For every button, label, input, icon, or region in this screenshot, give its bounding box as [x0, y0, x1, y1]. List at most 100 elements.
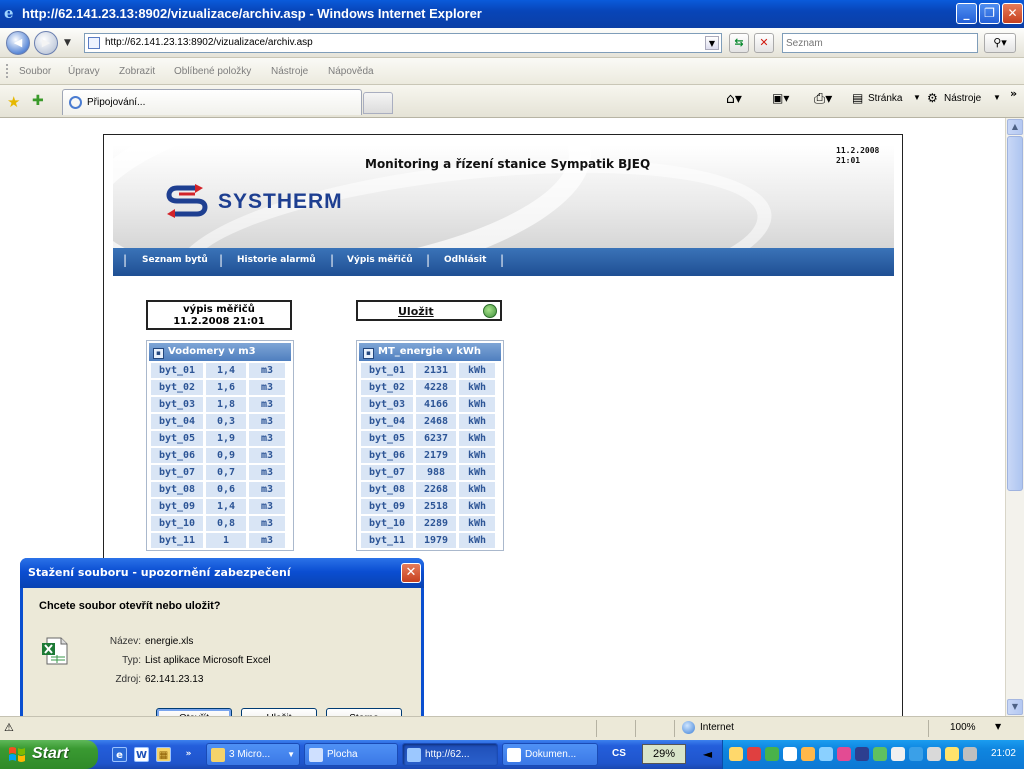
value-cell: 4228 [416, 380, 456, 395]
cpu-meter[interactable]: 29% [642, 744, 686, 764]
value-cell: 1,9 [206, 431, 246, 446]
start-button[interactable]: Start [0, 740, 98, 769]
nav-separator: | [123, 253, 128, 267]
tools-menu-arrow-icon[interactable]: ▼ [993, 93, 1001, 102]
nav-logout[interactable]: Odhlásit [444, 255, 486, 265]
menu-help[interactable]: Nápověda [328, 66, 374, 77]
back-button[interactable]: ◀ [6, 31, 30, 55]
nav-apartments[interactable]: Seznam bytů [142, 255, 208, 265]
value-cell: 1,4 [206, 363, 246, 378]
page-menu-arrow-icon[interactable]: ▼ [913, 93, 921, 102]
apartment-cell: byt_05 [361, 431, 413, 446]
save-icon[interactable] [483, 304, 497, 318]
save-link[interactable]: Uložit [398, 305, 434, 318]
taskbar-group-explorer[interactable]: 3 Micro... ▼ [206, 743, 300, 766]
menu-tools[interactable]: Nástroje [271, 66, 308, 77]
print-icon[interactable]: ⎙▾ [814, 91, 832, 107]
tray-app-icon[interactable] [891, 747, 905, 761]
system-tray: 21:02 [722, 740, 1024, 769]
search-field[interactable] [782, 33, 978, 53]
unit-cell: kWh [459, 499, 495, 514]
taskbar-documents[interactable]: Dokumen... [502, 743, 598, 766]
status-page-icon: ⚠ [4, 721, 14, 734]
value-cell: 1979 [416, 533, 456, 548]
zoom-level[interactable]: 100% [950, 722, 976, 733]
more-commands-icon[interactable]: » [1010, 87, 1017, 100]
tools-menu[interactable]: Nástroje [944, 93, 981, 104]
scroll-thumb[interactable] [1007, 136, 1023, 491]
search-button[interactable]: ⚲▾ [984, 33, 1016, 53]
tray-app-icon[interactable] [783, 747, 797, 761]
taskbar-button-label: Plocha [327, 749, 358, 760]
scroll-down-icon[interactable]: ▼ [1007, 699, 1023, 715]
taskbar-button-label: Dokumen... [525, 749, 577, 760]
add-favorites-icon[interactable]: ✚ [32, 93, 44, 109]
page-menu[interactable]: Stránka [868, 93, 902, 104]
address-url[interactable]: http://62.141.23.13:8902/vizualizace/arc… [105, 37, 313, 48]
tray-app-icon[interactable] [747, 747, 761, 761]
nav-alarm-history[interactable]: Historie alarmů [237, 255, 316, 265]
restore-button[interactable]: ❐ [979, 3, 1000, 24]
home-icon[interactable]: ⌂▾ [726, 91, 742, 107]
windows-logo-icon [9, 747, 25, 762]
header-datetime: 11.2.2008 21:01 [836, 146, 879, 166]
tray-app-icon[interactable] [729, 747, 743, 761]
minimize-button[interactable]: _ [956, 3, 977, 24]
nav-separator: | [500, 253, 505, 267]
unit-cell: m3 [249, 482, 285, 497]
apartment-cell: byt_04 [361, 414, 413, 429]
tray-app-icon[interactable] [837, 747, 851, 761]
forward-button[interactable]: ▶ [34, 31, 58, 55]
favorites-star-icon[interactable]: ★ [7, 93, 20, 111]
unit-cell: m3 [249, 414, 285, 429]
tray-toggle-icon[interactable]: ◄ [700, 747, 715, 762]
close-button[interactable]: ✕ [1002, 3, 1023, 24]
tray-app-icon[interactable] [855, 747, 869, 761]
nav-meter-listing[interactable]: Výpis měřičů [347, 255, 413, 265]
menu-view[interactable]: Zobrazit [119, 66, 155, 77]
apartment-cell: byt_03 [361, 397, 413, 412]
feeds-icon[interactable]: ▣▾ [772, 91, 789, 105]
quicklaunch-word-icon[interactable]: W [134, 747, 149, 762]
new-tab-button[interactable] [363, 92, 393, 114]
quicklaunch-ie-icon[interactable]: e [112, 747, 127, 762]
taskbar-desktop[interactable]: Plocha [304, 743, 398, 766]
unit-cell: kWh [459, 431, 495, 446]
menu-file[interactable]: Soubor [19, 66, 51, 77]
search-input[interactable] [786, 35, 976, 52]
collapse-icon[interactable]: ▪ [153, 348, 164, 359]
stop-button[interactable]: ✕ [754, 33, 774, 53]
start-label: Start [32, 745, 69, 762]
tray-app-icon[interactable] [801, 747, 815, 761]
tray-app-icon[interactable] [909, 747, 923, 761]
refresh-button[interactable]: ⇆ [729, 33, 749, 53]
tab-current[interactable]: Připojování... [62, 89, 362, 115]
vertical-scrollbar[interactable]: ▲ ▼ [1005, 118, 1024, 716]
history-dropdown-icon[interactable]: ▼ [64, 38, 71, 48]
menu-edit[interactable]: Úpravy [68, 66, 100, 77]
nav-separator: | [219, 253, 224, 267]
tray-volume-icon[interactable] [963, 747, 977, 761]
taskbar-ie[interactable]: http://62... [402, 743, 498, 766]
scroll-up-icon[interactable]: ▲ [1007, 119, 1023, 135]
menu-favorites[interactable]: Oblíbené položky [174, 66, 251, 77]
address-dropdown-icon[interactable]: ▼ [705, 36, 719, 50]
value-cell: 2468 [416, 414, 456, 429]
dialog-close-icon[interactable]: ✕ [401, 563, 421, 583]
quicklaunch-more-icon[interactable]: » [181, 747, 196, 762]
tray-app-icon[interactable] [765, 747, 779, 761]
tray-clock[interactable]: 21:02 [991, 748, 1016, 759]
tools-gear-icon: ⚙ [927, 91, 938, 105]
tray-app-icon[interactable] [819, 747, 833, 761]
tray-app-icon[interactable] [945, 747, 959, 761]
tray-app-icon[interactable] [873, 747, 887, 761]
address-field[interactable]: http://62.141.23.13:8902/vizualizace/arc… [84, 33, 722, 53]
zoom-dropdown-icon[interactable]: ▼ [995, 722, 1001, 731]
quicklaunch-folder-icon[interactable]: ▦ [156, 747, 171, 762]
security-zone[interactable]: Internet [700, 722, 734, 733]
apartment-cell: byt_09 [151, 499, 203, 514]
toolbar-grip[interactable] [6, 64, 9, 78]
language-indicator[interactable]: CS [612, 748, 626, 759]
collapse-icon[interactable]: ▪ [363, 348, 374, 359]
tray-app-icon[interactable] [927, 747, 941, 761]
